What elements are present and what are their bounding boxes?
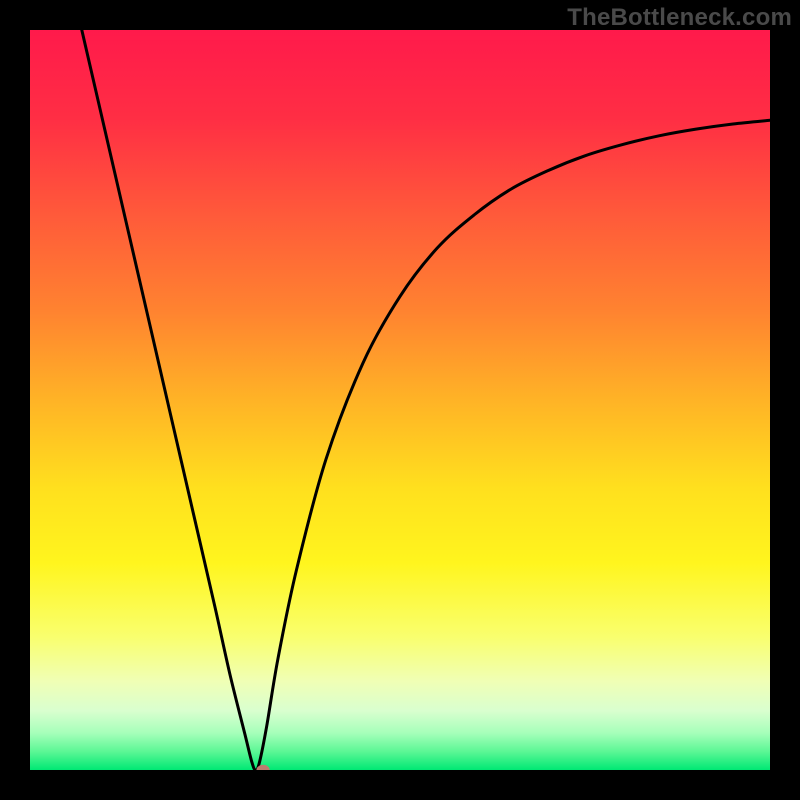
watermark-text: TheBottleneck.com xyxy=(567,4,792,32)
chart-frame: TheBottleneck.com xyxy=(0,0,800,800)
gradient-background xyxy=(30,30,770,770)
plot-svg xyxy=(30,30,770,770)
plot-area xyxy=(30,30,770,770)
